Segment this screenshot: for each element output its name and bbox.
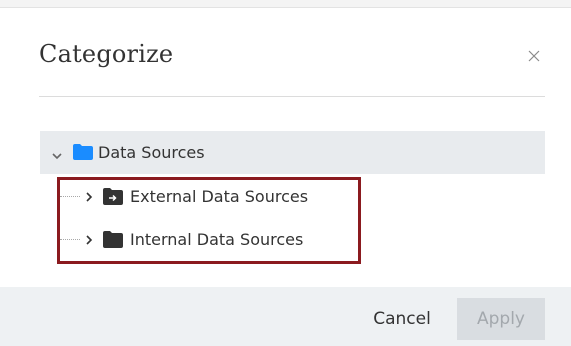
folder-icon <box>103 231 123 252</box>
tree-node-label: Internal Data Sources <box>130 230 304 249</box>
categorize-dialog: Categorize Data Sources External Data So… <box>0 0 571 346</box>
chevron-right-icon[interactable] <box>83 189 95 208</box>
cancel-button[interactable]: Cancel <box>360 298 444 340</box>
apply-button[interactable]: Apply <box>457 298 545 340</box>
dialog-title: Categorize <box>39 40 174 68</box>
external-folder-icon <box>103 188 123 209</box>
tree-node-label: External Data Sources <box>130 187 309 206</box>
dialog-top-edge <box>0 0 571 8</box>
tree-connector <box>60 196 80 197</box>
chevron-down-icon[interactable] <box>51 147 63 166</box>
tree-node-internal-data-sources[interactable]: Internal Data Sources <box>56 219 356 261</box>
tree-node-external-data-sources[interactable]: External Data Sources <box>56 176 356 218</box>
tree-connector <box>60 239 80 240</box>
tree-node-label: Data Sources <box>98 143 205 162</box>
header-divider <box>39 96 545 97</box>
close-icon[interactable] <box>523 45 545 67</box>
folder-icon <box>73 144 93 164</box>
chevron-right-icon[interactable] <box>83 232 95 251</box>
tree-node-data-sources[interactable]: Data Sources <box>40 131 545 174</box>
